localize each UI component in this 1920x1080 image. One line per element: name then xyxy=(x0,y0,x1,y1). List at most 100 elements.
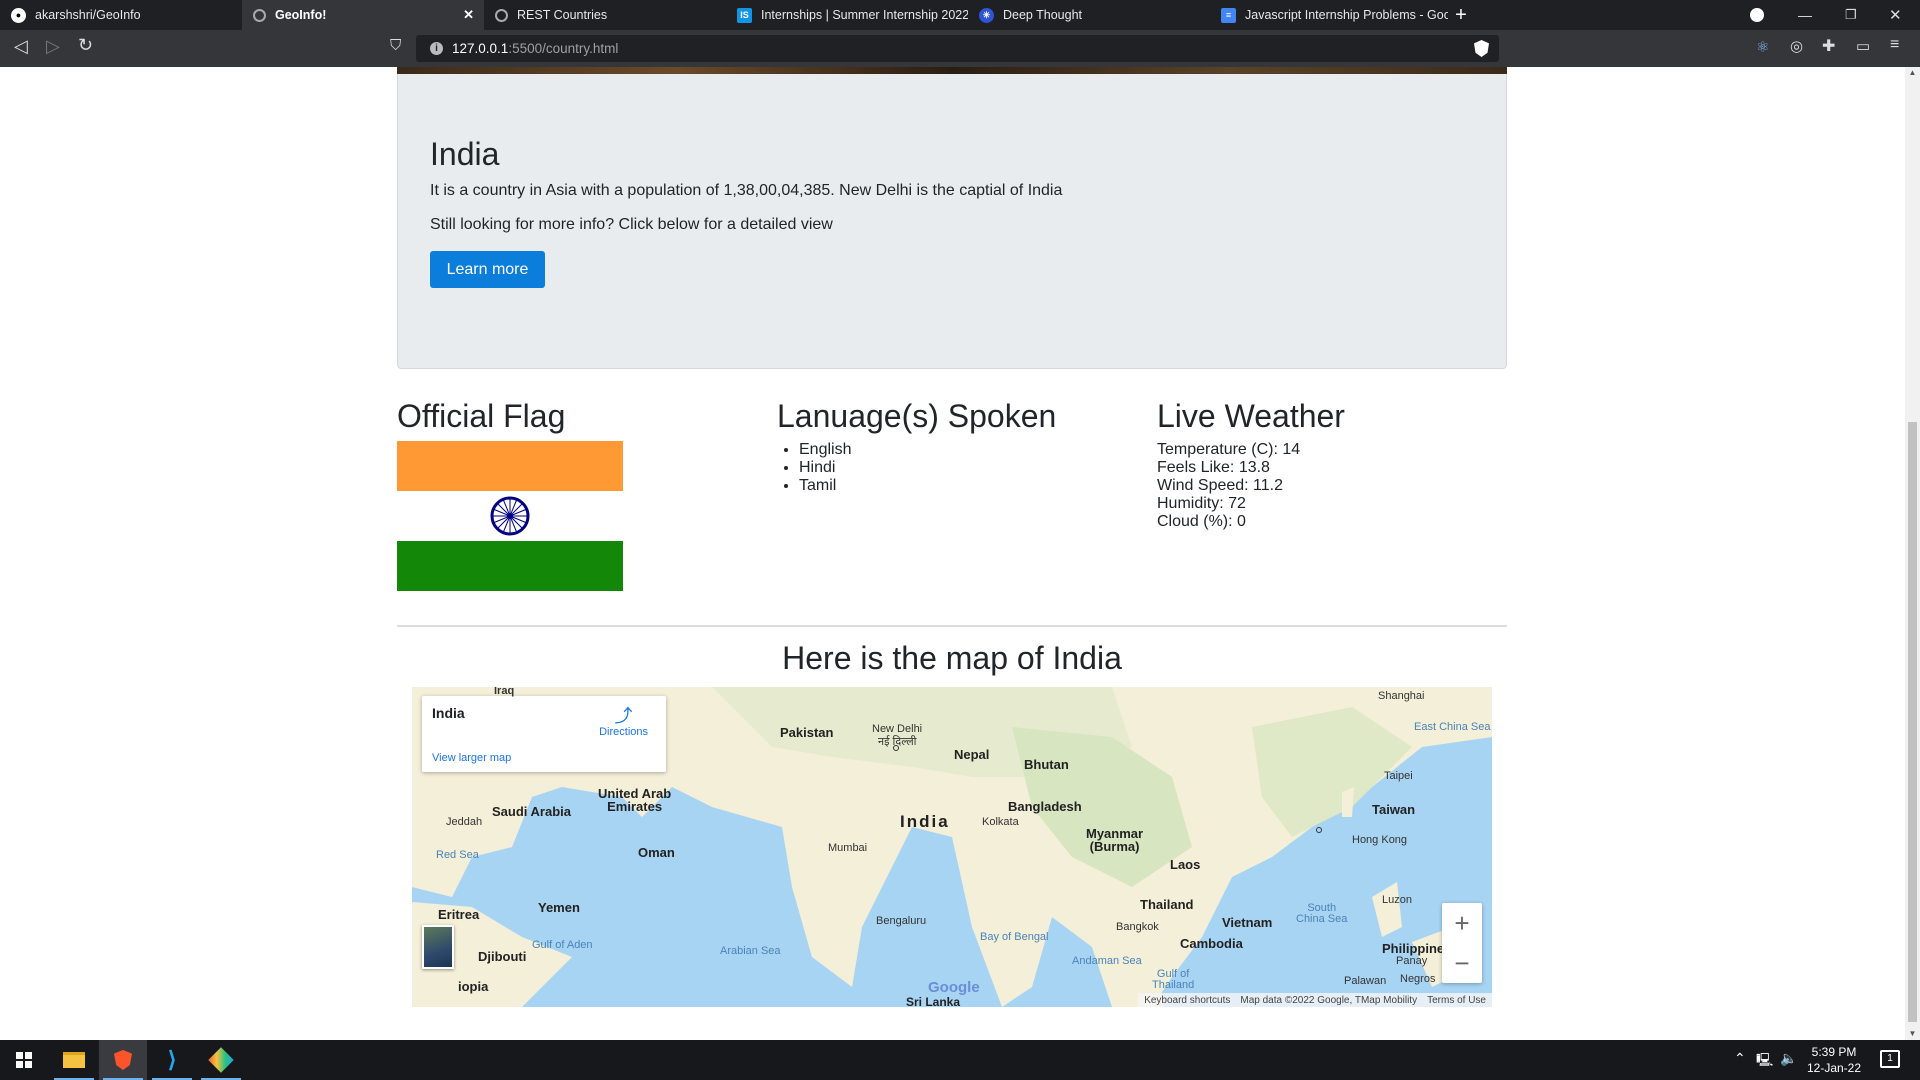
tab-google-docs[interactable]: ≡ Javascript Internship Problems - Goog xyxy=(1210,0,1448,30)
tab-github[interactable]: ● akarshshri/GeoInfo xyxy=(0,0,242,30)
zoom-controls: + − xyxy=(1442,903,1482,983)
address-bar[interactable]: i 127.0.0.1:5500/country.html xyxy=(416,35,1499,62)
map-data-text: Map data ©2022 Google, TMap Mobility xyxy=(1240,994,1418,1006)
directions-link[interactable]: ⤴ Directions xyxy=(599,706,648,738)
notification-center-icon[interactable]: 1 xyxy=(1880,1050,1900,1068)
back-icon[interactable]: ◁ xyxy=(14,36,28,57)
map-label-india: India xyxy=(900,812,950,831)
map-label-djibouti: Djibouti xyxy=(478,949,527,964)
directions-icon: ⤴ xyxy=(614,706,633,726)
country-description: It is a country in Asia with a populatio… xyxy=(430,182,1063,199)
tab-search-icon[interactable] xyxy=(1750,0,1764,30)
clock[interactable]: 5:39 PM 12-Jan-22 xyxy=(1806,1044,1862,1076)
map-label-negros: Negros xyxy=(1400,973,1436,985)
ashoka-chakra-icon xyxy=(490,496,530,536)
place-info-card: India ⤴ Directions View larger map xyxy=(422,696,666,772)
extension-icon[interactable]: ◎ xyxy=(1790,37,1803,55)
weather-section: Live Weather Temperature (C): 14 Feels L… xyxy=(1157,397,1345,531)
close-tab-icon[interactable]: ✕ xyxy=(463,7,474,23)
map-label-vietnam: Vietnam xyxy=(1222,915,1273,930)
map-label-cambodia: Cambodia xyxy=(1180,936,1243,951)
globe-icon xyxy=(495,8,508,22)
map-label-palawan: Palawan xyxy=(1344,975,1387,987)
map-label-jeddah: Jeddah xyxy=(446,816,483,828)
tab-deep-thought[interactable]: ✳ Deep Thought xyxy=(968,0,1210,30)
globe-icon xyxy=(253,8,266,22)
wallet-icon[interactable]: ▭ xyxy=(1856,37,1870,55)
network-icon[interactable]: 🖳 xyxy=(1756,1051,1773,1073)
puzzle-icon[interactable]: ✚ xyxy=(1822,36,1835,56)
map-label-bengaluru: Bengaluru xyxy=(876,915,927,927)
language-item: Hindi xyxy=(799,459,1056,477)
new-delhi-marker-icon xyxy=(893,745,899,751)
windows-start-icon[interactable] xyxy=(0,1040,48,1080)
map-label-andaman-sea: Andaman Sea xyxy=(1072,955,1142,967)
map-label-taipei: Taipei xyxy=(1384,770,1413,782)
language-item: Tamil xyxy=(799,477,1056,495)
flag-white-band xyxy=(397,491,623,541)
map-heading: Here is the map of India xyxy=(782,640,1122,676)
minimize-button[interactable]: — xyxy=(1798,0,1812,30)
gitkraken-icon[interactable] xyxy=(197,1040,245,1080)
github-icon: ● xyxy=(11,7,26,23)
map-label-iraq: Iraq xyxy=(494,687,515,697)
map-label-taiwan: Taiwan xyxy=(1372,802,1416,817)
terms-of-use-link[interactable]: Terms of Use xyxy=(1427,995,1486,1006)
map-label-ethiopia: iopia xyxy=(458,979,489,994)
india-flag xyxy=(397,441,623,591)
react-devtools-icon[interactable]: ⚛ xyxy=(1756,38,1769,56)
map-label-sri-lanka: Sri Lanka xyxy=(906,995,961,1007)
tab-label: akarshshri/GeoInfo xyxy=(35,8,141,22)
close-window-button[interactable]: ✕ xyxy=(1889,0,1902,30)
map-label-uae: United Arab Emirates xyxy=(598,786,672,814)
volume-icon[interactable]: 🔈 xyxy=(1780,1050,1797,1067)
map-label-oman: Oman xyxy=(638,845,675,860)
learn-more-button[interactable]: Learn more xyxy=(430,251,545,288)
satellite-toggle[interactable] xyxy=(422,925,454,969)
zoom-out-button[interactable]: − xyxy=(1442,943,1482,983)
map-attribution: Keyboard shortcuts Map data ©2022 Google… xyxy=(1138,993,1492,1007)
tab-geoinfo[interactable]: GeoInfo! ✕ xyxy=(242,0,484,30)
menu-icon[interactable]: ≡ xyxy=(1890,36,1899,54)
country-name: India xyxy=(430,136,500,172)
tab-rest-countries[interactable]: REST Countries xyxy=(484,0,726,30)
hero-image-strip xyxy=(397,67,1507,74)
humidity-text: Humidity: 72 xyxy=(1157,495,1246,512)
zoom-in-button[interactable]: + xyxy=(1442,903,1482,943)
docs-icon: ≡ xyxy=(1221,7,1236,23)
tray-chevron-icon[interactable]: ⌃ xyxy=(1734,1050,1746,1067)
clock-date: 12-Jan-22 xyxy=(1806,1061,1862,1075)
forward-icon[interactable]: ▷ xyxy=(46,36,60,57)
new-tab-button[interactable]: + xyxy=(1448,0,1474,30)
tab-label: Deep Thought xyxy=(1003,8,1082,22)
directions-label: Directions xyxy=(599,726,648,738)
restore-button[interactable]: ❐ xyxy=(1845,0,1857,30)
file-explorer-icon[interactable] xyxy=(50,1040,98,1080)
hong-kong-marker-icon xyxy=(1316,827,1322,833)
map-label-gulf-of-aden: Gulf of Aden xyxy=(532,939,593,951)
tab-internships[interactable]: IS Internships | Summer Internship 2022 xyxy=(726,0,968,30)
weather-heading: Live Weather xyxy=(1157,398,1345,434)
vscode-icon[interactable]: ⟩ xyxy=(148,1040,196,1080)
reload-icon[interactable]: ↻ xyxy=(78,35,93,56)
tab-label: Javascript Internship Problems - Goog xyxy=(1245,8,1448,22)
tab-label: REST Countries xyxy=(517,8,608,22)
map-label-panay: Panay xyxy=(1396,955,1428,967)
map-label-hong-kong: Hong Kong xyxy=(1352,834,1408,846)
page-scrollbar[interactable]: ▲ ▼ xyxy=(1905,67,1920,1040)
scroll-down-arrow-icon[interactable]: ▼ xyxy=(1905,1028,1920,1040)
brave-shields-icon[interactable] xyxy=(1474,40,1489,57)
section-divider xyxy=(397,625,1507,627)
map-label-nepal: Nepal xyxy=(954,747,990,762)
scrollbar-thumb[interactable] xyxy=(1908,422,1917,1022)
cloud-text: Cloud (%): 0 xyxy=(1157,513,1246,530)
bookmark-icon[interactable]: ⛉ xyxy=(390,37,401,54)
info-icon[interactable]: i xyxy=(430,42,443,55)
brave-browser-icon[interactable] xyxy=(99,1040,147,1080)
scroll-up-arrow-icon[interactable]: ▲ xyxy=(1905,67,1920,79)
view-larger-map-link[interactable]: View larger map xyxy=(432,752,511,764)
keyboard-shortcuts-link[interactable]: Keyboard shortcuts xyxy=(1144,995,1230,1006)
google-map[interactable]: India ⤴ Directions View larger map Iraq … xyxy=(412,687,1492,1007)
google-logo: Google xyxy=(928,979,980,996)
map-label-kolkata: Kolkata xyxy=(982,816,1019,828)
